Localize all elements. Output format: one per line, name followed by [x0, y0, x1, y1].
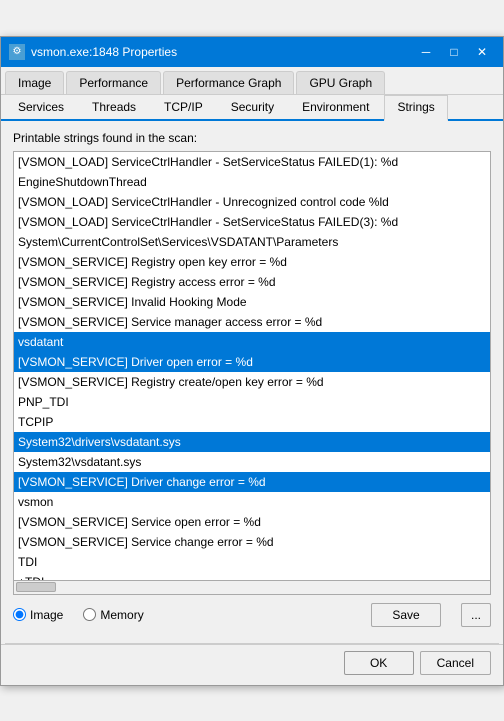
list-item[interactable]: EngineShutdownThread: [14, 172, 490, 192]
radio-image-label[interactable]: Image: [13, 608, 63, 622]
list-item[interactable]: vsdatant: [14, 332, 490, 352]
tab-tcp-ip[interactable]: TCP/IP: [151, 95, 216, 119]
radio-memory-text: Memory: [100, 608, 143, 622]
list-item[interactable]: [VSMON_SERVICE] Invalid Hooking Mode: [14, 292, 490, 312]
list-item[interactable]: +TDI: [14, 572, 490, 581]
list-item[interactable]: TDI: [14, 552, 490, 572]
main-window: ⚙ vsmon.exe:1848 Properties ─ □ ✕ Image …: [0, 36, 504, 686]
tabs-row-2: Services Threads TCP/IP Security Environ…: [1, 95, 503, 121]
list-item[interactable]: [VSMON_SERVICE] Service open error = %d: [14, 512, 490, 532]
list-item[interactable]: System32\drivers\vsdatant.sys: [14, 432, 490, 452]
list-item[interactable]: TCPIP: [14, 412, 490, 432]
radio-image[interactable]: [13, 608, 26, 621]
cancel-button[interactable]: Cancel: [420, 651, 491, 675]
title-bar: ⚙ vsmon.exe:1848 Properties ─ □ ✕: [1, 37, 503, 67]
tab-image[interactable]: Image: [5, 71, 64, 94]
tabs-row-1: Image Performance Performance Graph GPU …: [1, 67, 503, 95]
list-item[interactable]: [VSMON_SERVICE] Driver open error = %d: [14, 352, 490, 372]
content-area: Printable strings found in the scan: [VS…: [1, 121, 503, 643]
strings-list[interactable]: [VSMON_LOAD] ServiceCtrlHandler - SetSer…: [13, 151, 491, 581]
scroll-thumb: [16, 582, 56, 592]
section-label: Printable strings found in the scan:: [13, 131, 491, 145]
footer-row: OK Cancel: [1, 644, 503, 685]
close-button[interactable]: ✕: [469, 42, 495, 62]
radio-image-text: Image: [30, 608, 63, 622]
list-item[interactable]: [VSMON_SERVICE] Service manager access e…: [14, 312, 490, 332]
list-item[interactable]: [VSMON_SERVICE] Registry access error = …: [14, 272, 490, 292]
list-item[interactable]: [VSMON_SERVICE] Driver change error = %d: [14, 472, 490, 492]
list-item[interactable]: [VSMON_SERVICE] Registry create/open key…: [14, 372, 490, 392]
radio-memory-label[interactable]: Memory: [83, 608, 143, 622]
horizontal-scrollbar[interactable]: [13, 581, 491, 595]
list-item[interactable]: [VSMON_SERVICE] Service change error = %…: [14, 532, 490, 552]
tab-gpu-graph[interactable]: GPU Graph: [296, 71, 385, 94]
list-item[interactable]: [VSMON_LOAD] ServiceCtrlHandler - Unreco…: [14, 192, 490, 212]
tab-services[interactable]: Services: [5, 95, 77, 119]
tab-threads[interactable]: Threads: [79, 95, 149, 119]
window-title: vsmon.exe:1848 Properties: [31, 45, 177, 59]
list-item[interactable]: [VSMON_LOAD] ServiceCtrlHandler - SetSer…: [14, 152, 490, 172]
list-item[interactable]: PNP_TDI: [14, 392, 490, 412]
radio-row: Image Memory Save ...: [13, 603, 491, 627]
list-item[interactable]: System32\vsdatant.sys: [14, 452, 490, 472]
window-icon: ⚙: [9, 44, 25, 60]
ok-button[interactable]: OK: [344, 651, 414, 675]
list-item[interactable]: vsmon: [14, 492, 490, 512]
tab-performance-graph[interactable]: Performance Graph: [163, 71, 294, 94]
tab-performance[interactable]: Performance: [66, 71, 161, 94]
save-button[interactable]: Save: [371, 603, 441, 627]
title-bar-left: ⚙ vsmon.exe:1848 Properties: [9, 44, 177, 60]
minimize-button[interactable]: ─: [413, 42, 439, 62]
ellipsis-button[interactable]: ...: [461, 603, 491, 627]
tab-security[interactable]: Security: [218, 95, 287, 119]
tab-strings[interactable]: Strings: [384, 95, 447, 121]
tab-environment[interactable]: Environment: [289, 95, 382, 119]
list-item[interactable]: [VSMON_LOAD] ServiceCtrlHandler - SetSer…: [14, 212, 490, 232]
list-item[interactable]: [VSMON_SERVICE] Registry open key error …: [14, 252, 490, 272]
radio-memory[interactable]: [83, 608, 96, 621]
title-bar-controls: ─ □ ✕: [413, 42, 495, 62]
list-item[interactable]: System\CurrentControlSet\Services\VSDATA…: [14, 232, 490, 252]
restore-button[interactable]: □: [441, 42, 467, 62]
